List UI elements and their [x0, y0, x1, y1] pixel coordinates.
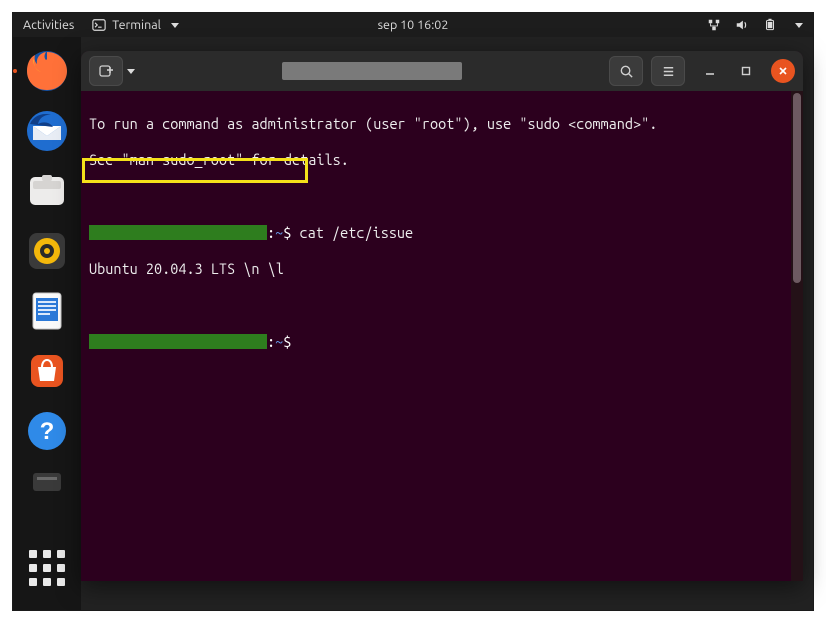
svg-text:?: ? — [40, 418, 55, 445]
dock-item-rhythmbox[interactable] — [23, 227, 71, 275]
system-status-area[interactable] — [707, 18, 803, 32]
activities-button[interactable]: Activities — [23, 18, 74, 32]
document-icon — [25, 289, 69, 333]
redacted-title — [282, 62, 462, 80]
scrollbar-thumb[interactable] — [793, 93, 801, 283]
hamburger-icon — [661, 64, 676, 79]
terminal-line: To run a command as administrator (user … — [89, 115, 795, 133]
firefox-icon — [25, 49, 69, 93]
search-button[interactable] — [609, 56, 643, 86]
app-menu-label: Terminal — [112, 18, 161, 32]
minimize-button[interactable] — [699, 60, 721, 82]
network-icon — [707, 18, 721, 32]
close-button[interactable] — [771, 59, 795, 83]
help-icon: ? — [25, 409, 69, 453]
search-icon — [619, 64, 634, 79]
maximize-button[interactable] — [735, 60, 757, 82]
dock-item-software[interactable] — [23, 347, 71, 395]
terminal-blank-line — [89, 188, 795, 206]
terminal-window: To run a command as administrator (user … — [81, 51, 803, 581]
thunderbird-icon — [25, 109, 69, 153]
chevron-down-icon[interactable] — [127, 69, 135, 74]
volume-icon — [735, 18, 749, 32]
dock-item-help[interactable]: ? — [23, 407, 71, 455]
trash-icon — [27, 469, 67, 493]
dock-item-trash[interactable] — [23, 467, 71, 495]
redacted-user-host — [89, 334, 267, 349]
hamburger-menu-button[interactable] — [651, 56, 685, 86]
new-tab-icon — [98, 63, 114, 79]
battery-icon — [763, 18, 777, 32]
desktop: ? — [13, 37, 813, 610]
chevron-down-icon — [171, 23, 179, 28]
show-applications[interactable] — [23, 544, 71, 592]
minimize-icon — [705, 66, 715, 76]
close-icon — [778, 66, 788, 76]
terminal-body[interactable]: To run a command as administrator (user … — [81, 91, 803, 581]
redacted-user-host — [89, 225, 267, 240]
ubuntu-desktop: Activities Terminal sep 10 16:02 — [12, 12, 814, 611]
shopping-bag-icon — [25, 349, 69, 393]
terminal-prompt-line: :~$ cat /etc/issue — [89, 224, 795, 242]
files-icon — [25, 169, 69, 213]
new-tab-button[interactable] — [89, 56, 123, 86]
dock-item-writer[interactable] — [23, 287, 71, 335]
terminal-line: See "man sudo_root" for details. — [89, 151, 795, 169]
clock[interactable]: sep 10 16:02 — [378, 18, 449, 32]
chevron-down-icon — [795, 23, 803, 28]
speaker-icon — [25, 229, 69, 273]
dock-item-files[interactable] — [23, 167, 71, 215]
terminal-output-line: Ubuntu 20.04.3 LTS \n \l — [89, 260, 795, 278]
command-text: cat /etc/issue — [291, 224, 413, 241]
scrollbar[interactable] — [791, 91, 803, 581]
dock: ? — [13, 37, 81, 610]
maximize-icon — [741, 66, 751, 76]
terminal-blank-line — [89, 296, 795, 314]
apps-grid-icon — [29, 550, 65, 586]
dock-item-firefox[interactable] — [23, 47, 71, 95]
terminal-icon — [92, 18, 106, 32]
window-title — [143, 62, 601, 80]
dock-item-thunderbird[interactable] — [23, 107, 71, 155]
titlebar[interactable] — [81, 51, 803, 91]
terminal-prompt-line: :~$ — [89, 333, 795, 351]
top-panel: Activities Terminal sep 10 16:02 — [13, 13, 813, 37]
app-menu[interactable]: Terminal — [92, 18, 179, 32]
